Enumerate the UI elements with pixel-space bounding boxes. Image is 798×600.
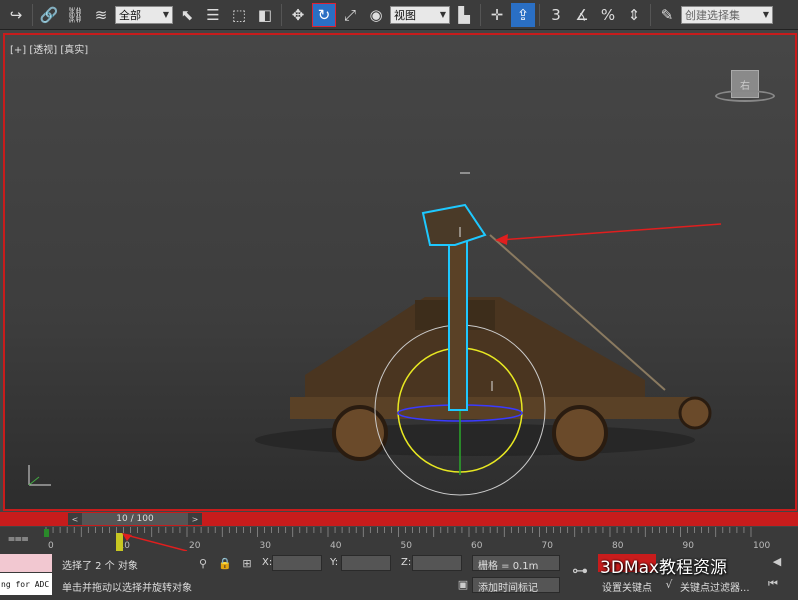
- catapult-scene[interactable]: [5, 35, 797, 511]
- axis-tripod: [25, 459, 55, 491]
- selection-filter-select[interactable]: 全部 ▼: [115, 5, 173, 24]
- percent-snap-icon[interactable]: %: [596, 3, 620, 27]
- catapult-arm: [448, 224, 468, 411]
- time-slider[interactable]: < 10 / 100 >: [68, 513, 202, 525]
- chevron-down-icon: ▼: [439, 10, 447, 19]
- chevron-down-icon: ▼: [162, 10, 170, 19]
- x-label: X:: [262, 557, 273, 568]
- play-backward-icon[interactable]: ◀: [770, 554, 784, 568]
- maxscript-listener-pink[interactable]: [0, 554, 52, 572]
- named-selection-set[interactable]: 创建选择集 ▼: [681, 5, 773, 24]
- lock-icon[interactable]: 🔒: [218, 556, 232, 570]
- keyframe-marker[interactable]: [44, 529, 49, 537]
- key-filter-icon[interactable]: √: [662, 577, 676, 591]
- absolute-mode-icon[interactable]: ⊞: [240, 556, 254, 570]
- perspective-viewport[interactable]: [+] [透视] [真实] 右: [3, 33, 797, 511]
- snap-3d-icon[interactable]: 3: [544, 3, 568, 27]
- track-ruler[interactable]: 0 10 20 30 40 50 60 70 80 90 100: [42, 527, 798, 551]
- set-key-label[interactable]: 设置关键点: [602, 579, 652, 594]
- prompt-line: 单击并拖动以选择并旋转对象: [62, 583, 192, 594]
- scale-icon[interactable]: ⤢: [338, 3, 362, 27]
- ground-shadow: [255, 424, 695, 456]
- ruler-label: 0: [48, 541, 54, 551]
- z-label: Z:: [401, 557, 412, 568]
- maxscript-mini-listener[interactable]: ng for ADC: [0, 573, 52, 595]
- ruler-label: 20: [189, 541, 201, 551]
- open-mini-curve-editor-icon[interactable]: ⩶: [8, 531, 30, 547]
- wheel-back: [678, 396, 712, 430]
- x-coordinate-field[interactable]: [272, 555, 322, 571]
- bind-spacewarp-icon[interactable]: ≋: [89, 3, 113, 27]
- ruler-label: 70: [542, 541, 554, 551]
- y-label: Y:: [330, 557, 339, 568]
- status-bar: ng for ADC 选择了 2 个 对象 单击并拖动以选择并旋转对象 ⚲ 🔒 …: [0, 551, 798, 600]
- key-filters-button[interactable]: 关键点过滤器...: [680, 579, 750, 594]
- ruler-label: 60: [471, 541, 483, 551]
- ruler-label: 100: [753, 541, 770, 551]
- ruler-label: 50: [401, 541, 413, 551]
- edit-named-selection-icon[interactable]: ✎: [655, 3, 679, 27]
- select-object-icon[interactable]: ⬉: [175, 3, 199, 27]
- transform-gizmo-icon[interactable]: ✛: [485, 3, 509, 27]
- annotation-arrow: [499, 223, 722, 241]
- track-bar: ⩶ 0 10 20 30 40 50 60 70 80 90 100: [0, 527, 798, 551]
- link-icon[interactable]: 🔗: [37, 3, 61, 27]
- place-icon[interactable]: ◉: [364, 3, 388, 27]
- time-slider-key[interactable]: [116, 533, 123, 551]
- ruler-label: 40: [330, 541, 342, 551]
- redo-icon[interactable]: ↪: [4, 3, 28, 27]
- z-coordinate-field[interactable]: [412, 555, 462, 571]
- spinner-snap-icon[interactable]: ⇕: [622, 3, 646, 27]
- catapult-bucket: [421, 203, 487, 246]
- time-slider-bar: < 10 / 100 >: [0, 512, 798, 526]
- main-toolbar: ↪ 🔗 ⛓ ≋ 全部 ▼ ⬉ ☰ ⬚ ◧ ✥ ↻ ⤢ ◉ 视图 ▼ ▙ ✛ ⇪ 3 …: [0, 0, 798, 30]
- select-by-name-icon[interactable]: ☰: [201, 3, 225, 27]
- app-window: ↪ 🔗 ⛓ ≋ 全部 ▼ ⬉ ☰ ⬚ ◧ ✥ ↻ ⤢ ◉ 视图 ▼ ▙ ✛ ⇪ 3 …: [0, 0, 798, 600]
- angle-snap-icon[interactable]: ∡: [570, 3, 594, 27]
- ruler-label: 80: [612, 541, 624, 551]
- next-frame-icon[interactable]: >: [188, 513, 202, 525]
- window-crossing-icon[interactable]: ◧: [253, 3, 277, 27]
- key-icon[interactable]: ⊶: [568, 561, 592, 580]
- pivot-icon[interactable]: ▙: [452, 3, 476, 27]
- arrow-head: [495, 234, 508, 245]
- prev-frame-icon[interactable]: <: [68, 513, 82, 525]
- move-icon[interactable]: ✥: [286, 3, 310, 27]
- watermark: 3DMax教程资源: [600, 558, 728, 578]
- unlink-icon[interactable]: ⛓: [63, 3, 87, 27]
- isolate-icon[interactable]: ⚲: [196, 556, 210, 570]
- y-coordinate-field[interactable]: [341, 555, 391, 571]
- rect-region-icon[interactable]: ⬚: [227, 3, 251, 27]
- frame-display[interactable]: 10 / 100: [82, 513, 188, 525]
- rotate-icon[interactable]: ↻: [312, 2, 336, 27]
- ruler-label: 30: [260, 541, 272, 551]
- keyboard-shortcut-icon[interactable]: ⇪: [511, 2, 535, 27]
- go-to-start-icon[interactable]: ⏮: [766, 577, 780, 591]
- selection-status: 选择了 2 个 对象: [62, 561, 138, 572]
- chevron-down-icon: ▼: [762, 10, 770, 19]
- wheel-right: [552, 405, 608, 461]
- reference-coord-select[interactable]: 视图 ▼: [390, 5, 450, 24]
- ruler-label: 90: [683, 541, 695, 551]
- time-tag-icon[interactable]: ▣: [456, 577, 470, 591]
- grid-size: 栅格 = 0.1m: [478, 561, 539, 572]
- add-time-tag[interactable]: 添加时间标记: [478, 579, 538, 594]
